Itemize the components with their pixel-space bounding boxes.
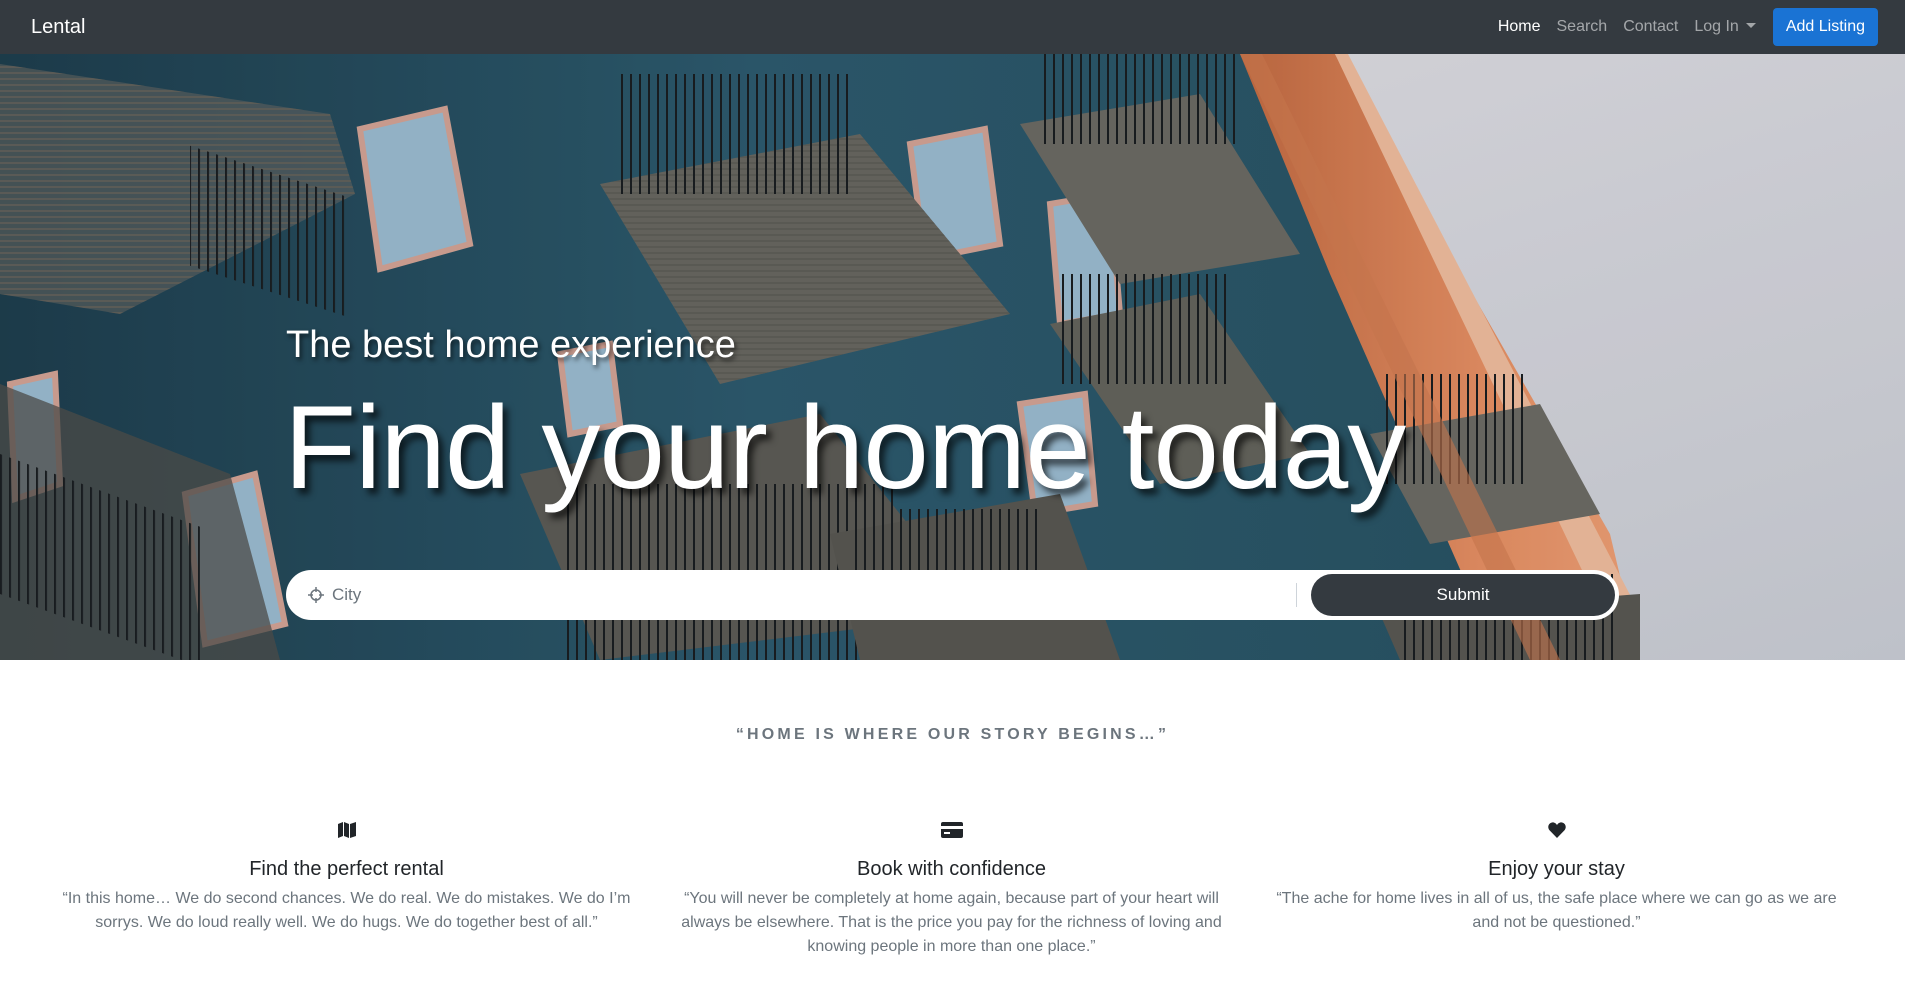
crosshair-icon (308, 587, 324, 603)
hero-title: Find your home today (284, 382, 1406, 514)
feature-text: “In this home… We do second chances. We … (62, 890, 631, 931)
nav-link-search[interactable]: Search (1549, 18, 1616, 36)
feature-find-rental: Find the perfect rental “In this home… W… (44, 818, 649, 959)
nav-dropdown-login[interactable]: Log In (1686, 18, 1763, 36)
nav-link-home[interactable]: Home (1490, 18, 1549, 36)
nav-menu: Home Search Contact Log In Add Listing (1490, 8, 1878, 46)
tagline-quote: “HOME IS WHERE OUR STORY BEGINS…” (735, 726, 1170, 743)
feature-title: Book with confidence (856, 858, 1046, 880)
submit-button[interactable]: Submit (1311, 574, 1615, 616)
feature-text: “The ache for home lives in all of us, t… (1276, 890, 1837, 931)
login-label: Log In (1694, 18, 1739, 35)
nav-link-contact[interactable]: Contact (1615, 18, 1686, 36)
features-row: Find the perfect rental “In this home… W… (0, 818, 1905, 959)
city-search-form: Submit (286, 570, 1619, 620)
search-divider (1296, 583, 1297, 607)
feature-text: “You will never be completely at home ag… (681, 890, 1222, 955)
top-navbar: Lental Home Search Contact Log In Add Li… (0, 0, 1905, 54)
caret-down-icon (1745, 23, 1756, 28)
feature-book-confidence: Book with confidence “You will never be … (649, 818, 1254, 959)
feature-enjoy-stay: Enjoy your stay “The ache for home lives… (1254, 818, 1859, 959)
heart-icon (1268, 818, 1845, 842)
brand-logo[interactable]: Lental (31, 16, 86, 39)
add-listing-button[interactable]: Add Listing (1772, 8, 1878, 46)
hero-subtitle: The best home experience (286, 324, 736, 366)
map-icon (58, 818, 635, 842)
city-input[interactable] (332, 585, 1232, 605)
feature-title: Enjoy your stay (1488, 858, 1625, 880)
credit-card-icon (663, 818, 1240, 842)
feature-title: Find the perfect rental (249, 858, 444, 880)
